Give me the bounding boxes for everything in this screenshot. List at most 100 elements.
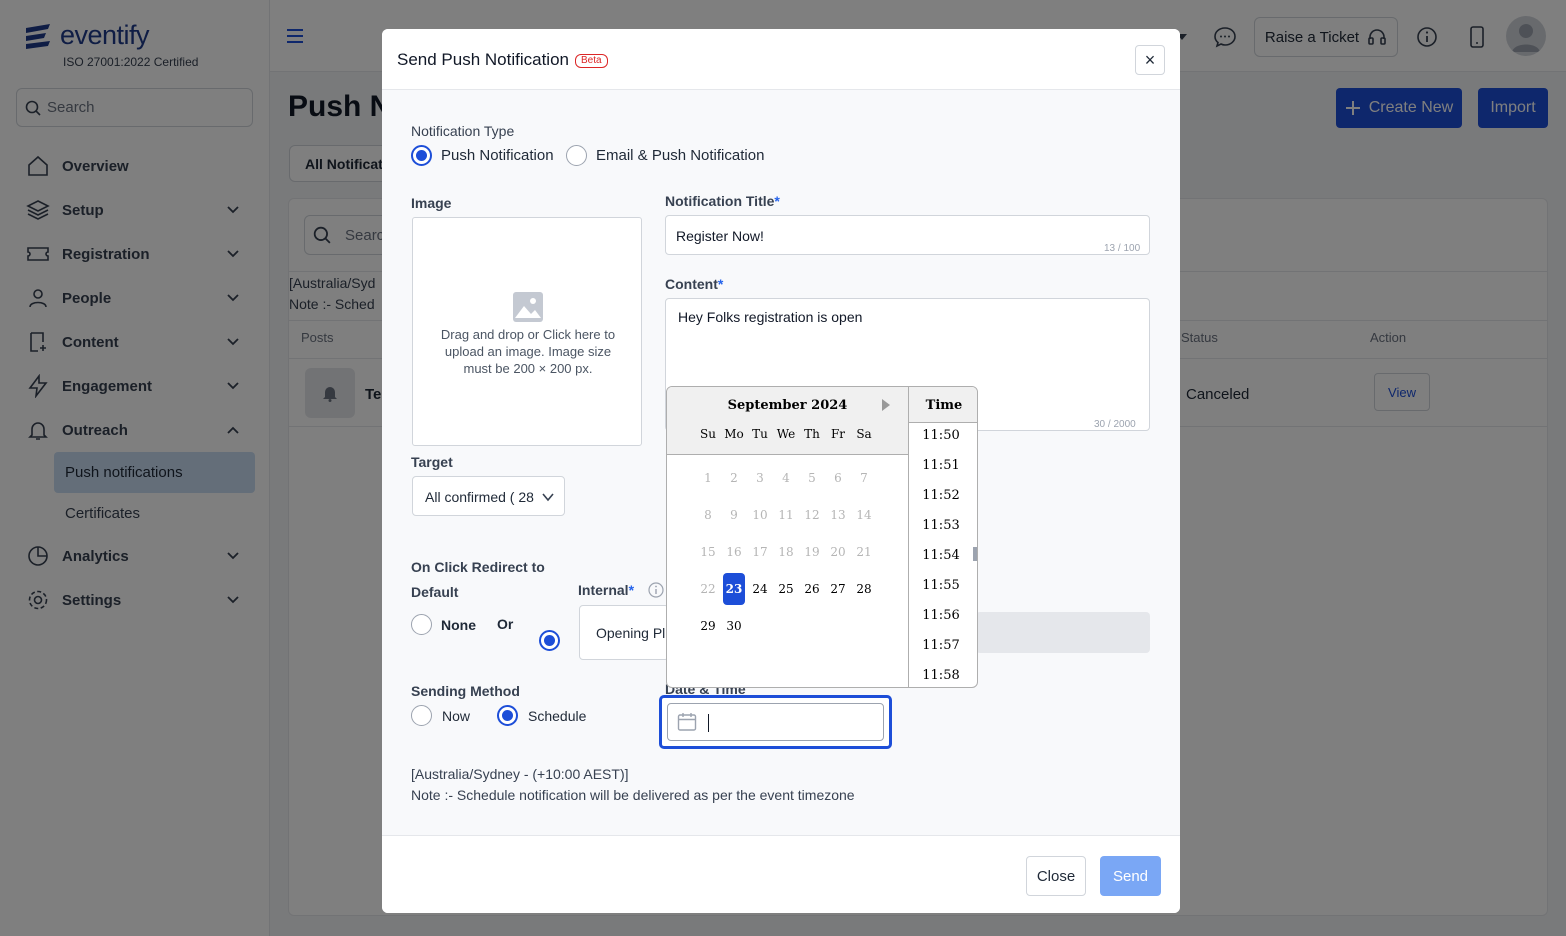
notification-title-input[interactable]: Register Now! bbox=[665, 215, 1150, 255]
time-option[interactable]: 11:50 bbox=[909, 428, 973, 443]
calendar-day: 22 bbox=[700, 582, 716, 596]
date-picker-popup: September 2024 Su Mo Tu We Th Fr Sa 1234… bbox=[666, 386, 978, 688]
beta-badge: Beta bbox=[575, 54, 608, 68]
internal-label-text: Internal bbox=[578, 582, 629, 598]
title-char-counter: 13 / 100 bbox=[1104, 243, 1141, 254]
calendar-day[interactable]: 27 bbox=[827, 573, 849, 605]
redirect-none-radio[interactable] bbox=[411, 614, 432, 635]
calendar-day: 1 bbox=[704, 471, 712, 485]
notification-title-label: Notification Title* bbox=[665, 193, 780, 209]
default-label: Default bbox=[411, 584, 459, 600]
schedule-label: Schedule bbox=[528, 708, 587, 724]
calendar-day: 5 bbox=[808, 471, 816, 485]
send-button[interactable]: Send bbox=[1100, 856, 1161, 896]
time-option[interactable]: 11:56 bbox=[909, 608, 973, 623]
image-icon bbox=[513, 292, 543, 322]
push-notification-radio[interactable] bbox=[411, 145, 432, 166]
email-push-notification-radio[interactable] bbox=[566, 145, 587, 166]
info-icon[interactable] bbox=[648, 582, 664, 598]
chevron-down-icon bbox=[542, 493, 554, 502]
content-char-counter: 30 / 2000 bbox=[1094, 419, 1136, 430]
calendar-day: 3 bbox=[756, 471, 764, 485]
modal-footer: Close Send bbox=[382, 835, 1180, 913]
calendar-day[interactable]: 25 bbox=[775, 573, 797, 605]
time-option[interactable]: 11:55 bbox=[909, 578, 973, 593]
calendar-day[interactable]: 23 bbox=[723, 573, 745, 605]
required-marker: * bbox=[774, 193, 780, 209]
day-name: Tu bbox=[752, 427, 768, 441]
date-time-input[interactable] bbox=[667, 703, 884, 741]
text-cursor bbox=[708, 714, 709, 732]
time-header: Time bbox=[909, 387, 977, 423]
calendar-day[interactable]: 24 bbox=[749, 573, 771, 605]
sending-method-label: Sending Method bbox=[411, 683, 520, 699]
calendar-day[interactable]: 29 bbox=[697, 610, 719, 642]
day-name: We bbox=[776, 427, 796, 441]
calendar-day: 9 bbox=[730, 508, 738, 522]
send-now-label: Now bbox=[442, 708, 471, 724]
calendar-day: 21 bbox=[856, 545, 872, 559]
target-label: Target bbox=[411, 454, 453, 470]
calendar-day: 19 bbox=[804, 545, 820, 559]
calendar-day: 4 bbox=[782, 471, 790, 485]
time-option[interactable]: 11:51 bbox=[909, 458, 973, 473]
calendar-month-label: September 2024 bbox=[727, 398, 848, 413]
or-label: Or bbox=[497, 616, 514, 632]
target-select[interactable]: All confirmed ( 28 bbox=[412, 476, 565, 516]
close-icon[interactable]: × bbox=[1135, 45, 1165, 75]
redirect-label: On Click Redirect to bbox=[411, 559, 545, 575]
required-marker: * bbox=[628, 582, 635, 598]
calendar-day: 7 bbox=[860, 471, 868, 485]
day-name: Mo bbox=[724, 427, 744, 441]
calendar-day: 17 bbox=[752, 545, 768, 559]
day-name: Th bbox=[804, 427, 820, 441]
image-label: Image bbox=[411, 195, 452, 211]
time-option[interactable]: 11:53 bbox=[909, 518, 973, 533]
image-upload-hint: Drag and drop or Click here to upload an… bbox=[440, 327, 616, 376]
time-panel: Time 11:50 11:51 11:52 11:53 11:54 11:55 11:56… bbox=[908, 387, 977, 687]
content-label: Content* bbox=[665, 276, 723, 292]
calendar-day: 15 bbox=[700, 545, 716, 559]
redirect-internal-radio[interactable] bbox=[539, 630, 560, 651]
modal-title: Send Push Notification bbox=[397, 50, 569, 69]
calendar-day: 13 bbox=[830, 508, 846, 522]
calendar-day[interactable]: 26 bbox=[801, 573, 823, 605]
time-option[interactable]: 11:58 bbox=[909, 668, 973, 683]
calendar-day: 8 bbox=[704, 508, 712, 522]
required-marker: * bbox=[717, 276, 724, 292]
calendar-day[interactable]: 28 bbox=[853, 573, 875, 605]
next-month-icon[interactable] bbox=[882, 399, 890, 411]
close-button[interactable]: Close bbox=[1026, 856, 1086, 896]
calendar-day: 20 bbox=[830, 545, 846, 559]
calendar-day: 12 bbox=[804, 508, 820, 522]
calendar-day: 16 bbox=[726, 545, 742, 559]
content-label-text: Content bbox=[665, 276, 718, 292]
calendar-header: September 2024 Su Mo Tu We Th Fr Sa bbox=[667, 387, 908, 455]
calendar-day: 14 bbox=[856, 508, 872, 522]
schedule-radio[interactable] bbox=[497, 705, 518, 726]
timezone-text: [Australia/Sydney - (+10:00 AEST)] bbox=[411, 766, 629, 782]
internal-page-select[interactable]: Opening Pl bbox=[579, 605, 669, 660]
calendar-day: 18 bbox=[778, 545, 794, 559]
date-time-field[interactable] bbox=[659, 695, 892, 749]
calendar-icon bbox=[677, 713, 697, 731]
schedule-note: Note :- Schedule notification will be de… bbox=[411, 787, 855, 803]
push-notification-label: Push Notification bbox=[441, 147, 554, 164]
image-upload-dropzone[interactable]: Drag and drop or Click here to upload an… bbox=[412, 217, 642, 446]
internal-label: Internal* bbox=[578, 582, 634, 598]
calendar-day[interactable]: 30 bbox=[723, 610, 745, 642]
calendar-day: 6 bbox=[834, 471, 842, 485]
calendar-panel: September 2024 Su Mo Tu We Th Fr Sa 1234… bbox=[667, 387, 908, 687]
target-select-value: All confirmed ( 28 bbox=[425, 489, 534, 505]
disabled-field bbox=[976, 612, 1150, 653]
time-option[interactable]: 11:52 bbox=[909, 488, 973, 503]
send-now-radio[interactable] bbox=[411, 705, 432, 726]
time-option[interactable]: 11:57 bbox=[909, 638, 973, 653]
day-name: Fr bbox=[830, 427, 846, 441]
calendar-day: 11 bbox=[778, 508, 794, 522]
email-push-notification-label: Email & Push Notification bbox=[596, 147, 765, 164]
time-scrollbar[interactable] bbox=[973, 547, 977, 561]
notification-type-label: Notification Type bbox=[411, 123, 515, 139]
time-option[interactable]: 11:54 bbox=[909, 548, 973, 563]
calendar-day: 2 bbox=[730, 471, 738, 485]
